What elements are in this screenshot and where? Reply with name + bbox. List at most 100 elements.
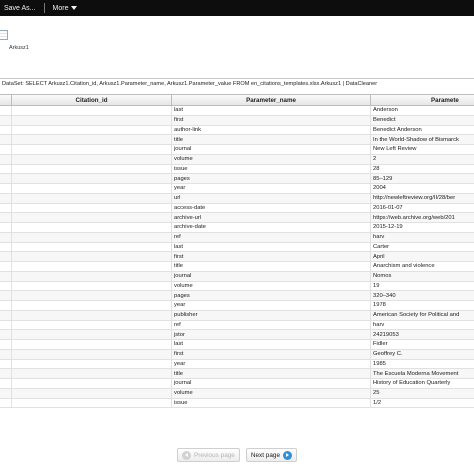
save-as-label: Save As... bbox=[4, 4, 36, 12]
table-row[interactable]: archive-url https://web.archive.org/web/2… bbox=[0, 213, 474, 223]
parameter-value-cell: 1978 bbox=[373, 302, 386, 309]
parameter-value-cell: 2016-01-07 bbox=[373, 204, 403, 211]
previous-page-label: Previous page bbox=[194, 451, 235, 459]
table-row[interactable]: title Anarchism and violence bbox=[0, 262, 474, 272]
parameter-value-cell: Nomos bbox=[373, 273, 392, 280]
column-header-citation-id[interactable]: Citation_id bbox=[12, 95, 172, 105]
citation-id-cell bbox=[12, 203, 172, 213]
citation-id-cell bbox=[12, 242, 172, 252]
parameter-value-cell: Carter bbox=[373, 243, 390, 250]
parameter-name-cell: title bbox=[172, 262, 371, 271]
citation-id-cell bbox=[12, 388, 172, 398]
row-number-cell bbox=[0, 174, 12, 183]
parameter-value-cell: Fidler bbox=[373, 341, 388, 348]
parameter-name-cell: first bbox=[172, 252, 371, 261]
row-number-cell bbox=[0, 398, 12, 408]
next-page-button[interactable]: Next page bbox=[245, 448, 297, 462]
column-header-parameter-name[interactable]: Parameter_name bbox=[172, 95, 371, 105]
parameter-name-cell: journal bbox=[172, 379, 371, 388]
table-row[interactable]: issue 28 bbox=[0, 164, 474, 175]
parameter-value-cell: Geoffrey C. bbox=[373, 351, 403, 358]
row-number-cell bbox=[0, 135, 12, 144]
table-row[interactable]: last Carter bbox=[0, 242, 474, 253]
citation-id-cell bbox=[12, 193, 172, 203]
parameter-name-cell: volume bbox=[172, 281, 371, 291]
row-number-cell bbox=[0, 106, 12, 115]
table-row[interactable]: publisher American Society for Political … bbox=[0, 310, 474, 321]
table-body: last Anderson first Benedict author-link Bene… bbox=[0, 106, 474, 409]
row-number-cell bbox=[0, 291, 12, 300]
citation-id-cell bbox=[12, 213, 172, 222]
row-number-cell bbox=[0, 125, 12, 135]
parameter-value-cell: Benedict bbox=[373, 117, 396, 124]
table-row[interactable]: volume 25 bbox=[0, 388, 474, 399]
row-number-cell bbox=[0, 193, 12, 203]
parameter-name-cell: first bbox=[172, 115, 371, 125]
toolbar-divider bbox=[43, 3, 45, 13]
table-row[interactable]: first Benedict bbox=[0, 115, 474, 126]
more-menu-button[interactable]: More bbox=[49, 0, 82, 16]
row-number-cell bbox=[0, 310, 12, 320]
parameter-name-cell: access-date bbox=[172, 203, 371, 213]
table-row[interactable]: author-link Benedict Anderson bbox=[0, 125, 474, 136]
table-row[interactable]: title In the World-Shadow of Bismarck bbox=[0, 135, 474, 145]
row-number-cell bbox=[0, 223, 12, 232]
table-row[interactable]: pages 320–340 bbox=[0, 291, 474, 301]
table-row[interactable]: journal History of Education Quarterly bbox=[0, 379, 474, 389]
table-row[interactable]: archive-date 2015-12-19 bbox=[0, 223, 474, 233]
row-number-cell bbox=[0, 262, 12, 271]
dataset-query: DataSet: SELECT Arkusz1.Citation_id, Ark… bbox=[2, 81, 378, 87]
parameter-value-cell: 25 bbox=[373, 390, 380, 397]
table-row[interactable]: journal New Left Review bbox=[0, 145, 474, 155]
table-row[interactable]: url http://newleftreview.org/II/28/ber bbox=[0, 193, 474, 204]
table-row[interactable]: ref harv bbox=[0, 320, 474, 331]
parameter-name-cell: author-link bbox=[172, 125, 371, 135]
table-row[interactable]: first April bbox=[0, 252, 474, 262]
table-row[interactable]: issue 1/2 bbox=[0, 398, 474, 409]
save-as-button[interactable]: Save As... bbox=[0, 0, 40, 16]
parameter-value-cell: New Left Review bbox=[373, 146, 417, 153]
parameter-name-cell: publisher bbox=[172, 310, 371, 320]
parameter-value-cell: 1/2 bbox=[373, 399, 382, 406]
row-number-cell bbox=[0, 388, 12, 398]
parameter-name-cell: volume bbox=[172, 388, 371, 398]
table-row[interactable]: journal Nomos bbox=[0, 271, 474, 282]
column-header-parameter-value[interactable]: Paramete bbox=[371, 95, 474, 105]
row-number-cell bbox=[0, 203, 12, 213]
parameter-value-cell: Benedict Anderson bbox=[373, 126, 422, 133]
table-row[interactable]: volume 19 bbox=[0, 281, 474, 292]
parameter-value-cell: History of Education Quarterly bbox=[373, 380, 451, 387]
parameter-name-cell: ref bbox=[172, 232, 371, 242]
parameter-name-cell: archive-url bbox=[172, 213, 371, 222]
table-row[interactable]: first Geoffrey C. bbox=[0, 349, 474, 360]
citation-id-cell bbox=[12, 184, 172, 193]
table-row[interactable]: year 1978 bbox=[0, 301, 474, 311]
table-row[interactable]: access-date 2016-01-07 bbox=[0, 203, 474, 214]
table-row[interactable]: volume 2 bbox=[0, 154, 474, 165]
table-row[interactable]: ref harv bbox=[0, 232, 474, 243]
table-row[interactable]: last Fidler bbox=[0, 340, 474, 350]
table-row[interactable]: year 1985 bbox=[0, 359, 474, 370]
table-row[interactable]: pages 85–129 bbox=[0, 174, 474, 184]
table-row[interactable]: title The Escuela Moderna Movement bbox=[0, 369, 474, 379]
citation-id-cell bbox=[12, 281, 172, 291]
parameter-name-cell: pages bbox=[172, 291, 371, 300]
parameter-value-cell: harv bbox=[373, 321, 385, 328]
citation-id-cell bbox=[12, 310, 172, 320]
parameter-name-cell: issue bbox=[172, 398, 371, 408]
previous-page-button[interactable]: Previous page bbox=[177, 448, 240, 462]
row-number-cell bbox=[0, 281, 12, 291]
sheet-name[interactable]: Arkusz1 bbox=[9, 45, 29, 51]
parameter-name-cell: first bbox=[172, 349, 371, 359]
table-row[interactable]: year 2004 bbox=[0, 184, 474, 194]
citation-id-cell bbox=[12, 135, 172, 144]
row-number-cell bbox=[0, 369, 12, 378]
parameter-value-cell: American Society for Political and bbox=[373, 312, 460, 319]
spreadsheet-icon[interactable] bbox=[0, 30, 8, 40]
table-row[interactable]: last Anderson bbox=[0, 106, 474, 116]
row-number-cell bbox=[0, 379, 12, 388]
parameter-value-cell: In the World-Shadow of Bismarck bbox=[373, 136, 459, 143]
citation-id-cell bbox=[12, 369, 172, 378]
table-row[interactable]: jstor 24219053 bbox=[0, 330, 474, 340]
parameter-name-cell: last bbox=[172, 106, 371, 115]
